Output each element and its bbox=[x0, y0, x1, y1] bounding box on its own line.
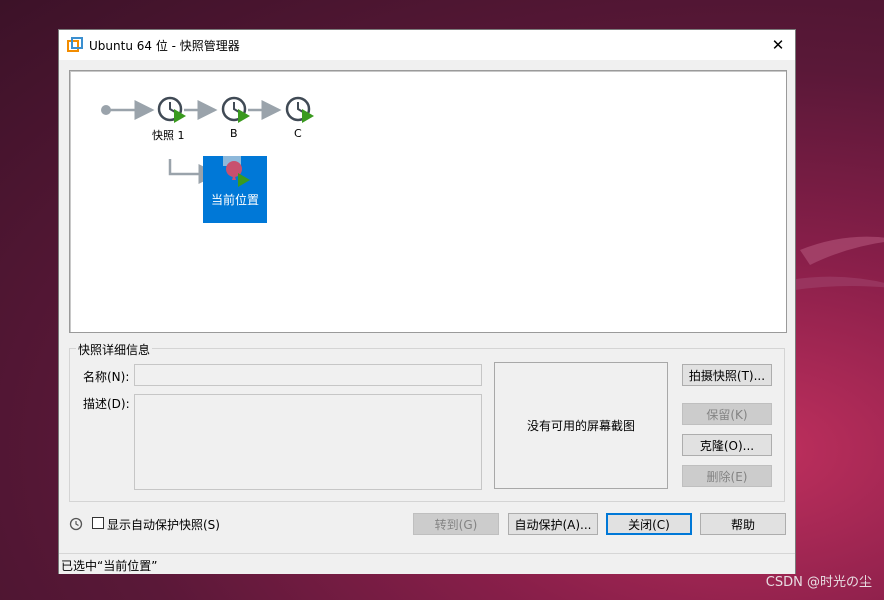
history-icon bbox=[69, 517, 83, 531]
window-title: Ubuntu 64 位 - 快照管理器 bbox=[89, 39, 240, 53]
show-auto-snapshots-checkbox[interactable] bbox=[92, 517, 104, 529]
description-label: 描述(D): bbox=[83, 397, 130, 411]
goto-button[interactable]: 转到(G) bbox=[413, 513, 499, 535]
show-auto-snapshots-label[interactable]: 显示自动保护快照(S) bbox=[107, 516, 220, 533]
status-text: 已选中“当前位置” bbox=[61, 559, 158, 573]
description-textarea[interactable] bbox=[134, 394, 482, 490]
screenshot-preview: 没有可用的屏幕截图 bbox=[494, 362, 668, 489]
close-window-icon[interactable]: ✕ bbox=[767, 34, 789, 56]
autoprotect-button[interactable]: 自动保护(A)... bbox=[508, 513, 598, 535]
snapshot-tree-graph bbox=[101, 96, 314, 184]
snapshot-b-label[interactable]: B bbox=[230, 127, 238, 140]
clone-button[interactable]: 克隆(O)... bbox=[682, 434, 772, 456]
bottom-controls: 显示自动保护快照(S) 转到(G) 自动保护(A)... 关闭(C) 帮助 bbox=[59, 510, 795, 540]
snapshot-c-icon bbox=[285, 96, 314, 123]
snapshot-tree[interactable]: 快照 1 B C 当前位置 bbox=[69, 70, 787, 333]
keep-button[interactable]: 保留(K) bbox=[682, 403, 772, 425]
help-button[interactable]: 帮助 bbox=[700, 513, 786, 535]
name-label: 名称(N): bbox=[83, 370, 130, 384]
current-position-label: 当前位置 bbox=[210, 193, 259, 207]
background-swoosh bbox=[790, 236, 884, 290]
current-position-icon bbox=[223, 156, 250, 187]
title-bar[interactable]: Ubuntu 64 位 - 快照管理器 ✕ bbox=[59, 30, 795, 60]
snapshot-1-icon bbox=[157, 96, 186, 123]
close-button[interactable]: 关闭(C) bbox=[606, 513, 692, 535]
vmware-app-icon bbox=[67, 37, 83, 52]
take-snapshot-button[interactable]: 拍摄快照(T)... bbox=[682, 364, 772, 386]
delete-button[interactable]: 删除(E) bbox=[682, 465, 772, 487]
no-screenshot-text: 没有可用的屏幕截图 bbox=[526, 419, 635, 433]
current-position-node[interactable]: 当前位置 bbox=[203, 156, 267, 223]
snapshot-1-label[interactable]: 快照 1 bbox=[152, 127, 185, 143]
snapshot-details-group: 快照详细信息 名称(N): 描述(D): 没有可用的屏幕截图 拍摄快照(T)..… bbox=[69, 341, 785, 502]
root-node-dot bbox=[101, 105, 111, 115]
name-input[interactable] bbox=[134, 364, 482, 386]
snapshot-manager-dialog: Ubuntu 64 位 - 快照管理器 ✕ 快照 1 B C 当前位置 快照详细… bbox=[58, 29, 796, 574]
snapshot-b-icon bbox=[221, 96, 250, 123]
status-bar: 已选中“当前位置” bbox=[59, 553, 795, 574]
snapshot-details-title: 快照详细信息 bbox=[76, 341, 153, 358]
snapshot-c-label[interactable]: C bbox=[294, 127, 302, 140]
